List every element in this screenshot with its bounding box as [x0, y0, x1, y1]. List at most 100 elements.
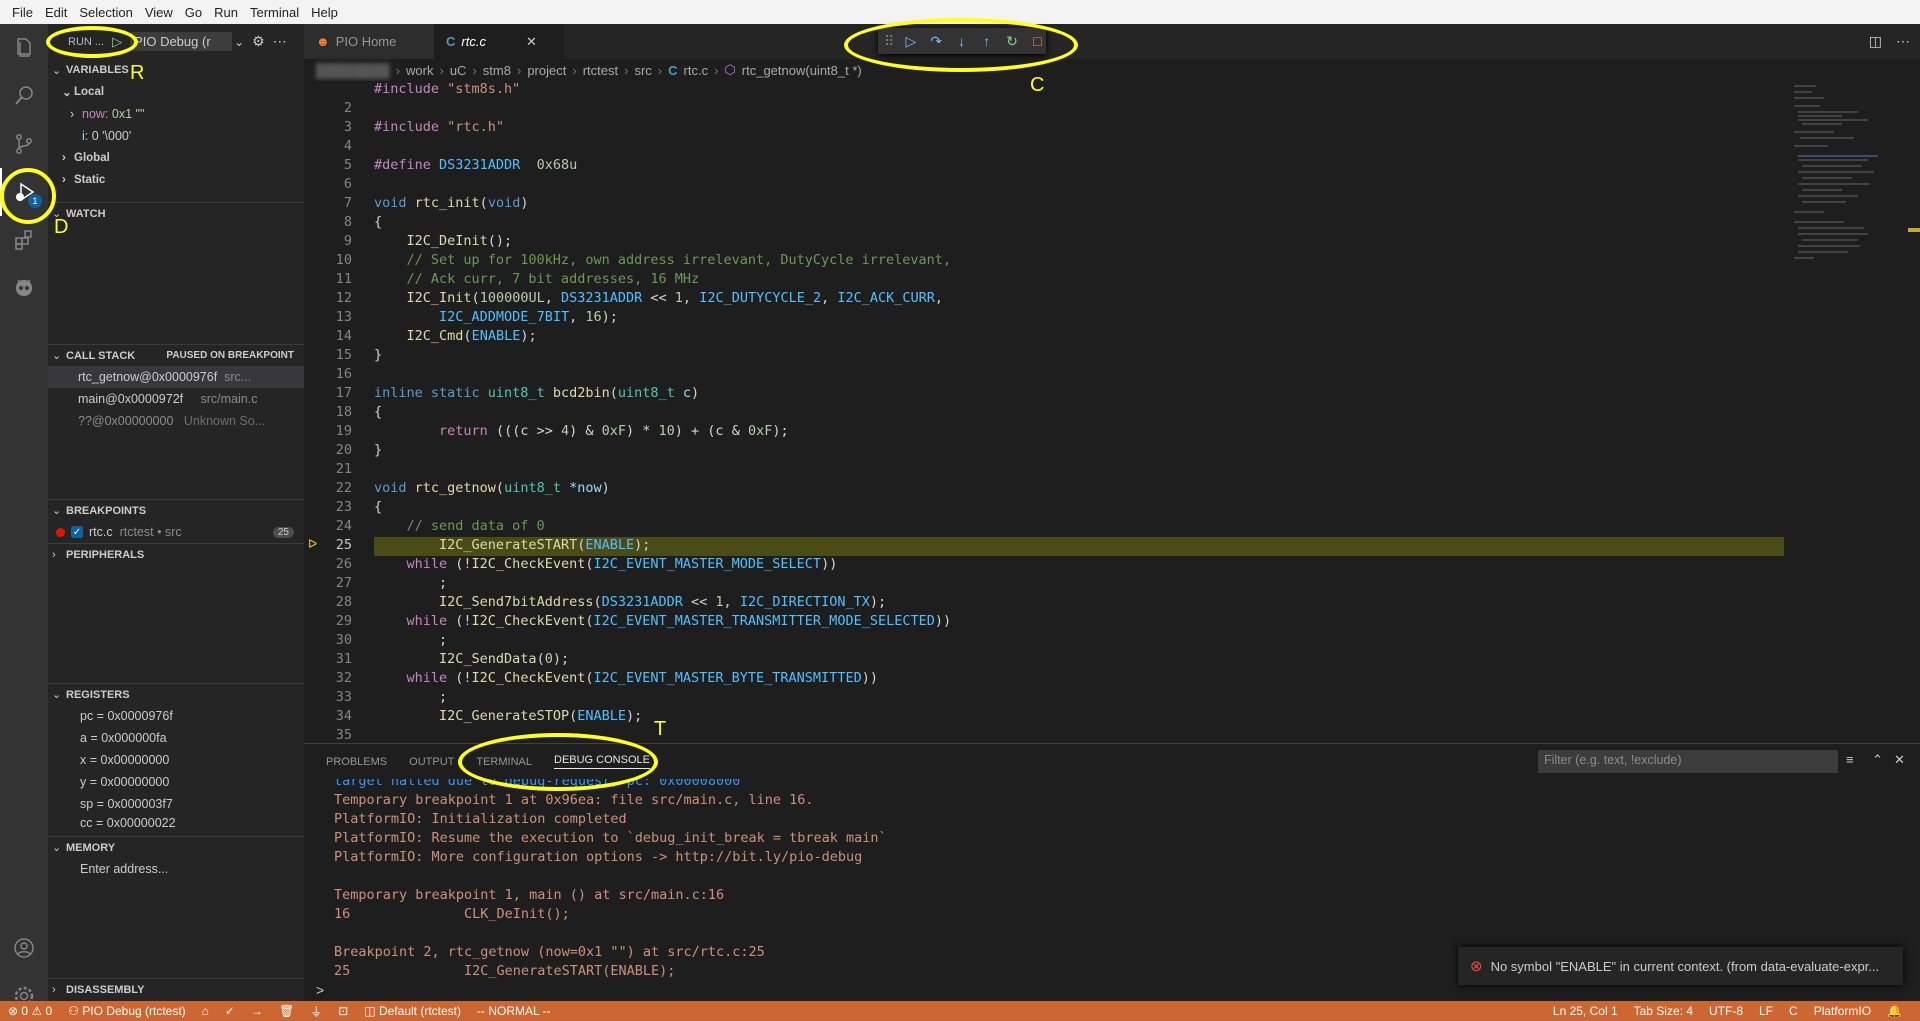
menu-go[interactable]: Go — [179, 5, 208, 20]
build-check-icon[interactable]: ✓ — [217, 1004, 243, 1018]
variable-i[interactable]: i: 0 '\000' — [48, 125, 304, 147]
breadcrumb-item[interactable]: uC — [450, 63, 467, 78]
breadcrumb-item[interactable]: project — [527, 63, 566, 78]
encoding[interactable]: UTF-8 — [1701, 1004, 1751, 1018]
trash-icon[interactable]: 🗑 — [271, 1004, 302, 1018]
variable-now[interactable]: › now: 0x1 "" — [48, 103, 304, 125]
home-icon[interactable]: ⌂ — [194, 1004, 217, 1018]
code-editor[interactable]: #include "stm8s.h" 2 3 #include "rtc.h" 4… — [304, 81, 1784, 743]
register-item[interactable]: y = 0x00000000 — [48, 771, 304, 793]
notification-message: No symbol "ENABLE" in current context. (… — [1490, 958, 1880, 974]
error-notification[interactable]: ⊗ No symbol "ENABLE" in current context.… — [1458, 947, 1903, 985]
tab-output[interactable]: OUTPUT — [409, 756, 454, 768]
source-control-icon[interactable] — [0, 120, 48, 168]
console-prompt[interactable]: > — [316, 982, 324, 998]
code-line: 22 void rtc_getnow(uint8_t *now) — [335, 480, 610, 496]
platformio-status[interactable]: PlatformIO — [1806, 1004, 1879, 1018]
register-item[interactable]: cc = 0x00000022 — [48, 815, 304, 831]
c-file-icon: C — [446, 34, 456, 49]
breakpoint-dot-icon — [56, 527, 65, 537]
breadcrumb-item[interactable]: ████████ — [316, 63, 390, 78]
breakpoint-item[interactable]: ✓ rtc.c rtctest • src 25 — [48, 521, 304, 543]
console-line: Breakpoint 2, rtc_getnow (now=0x1 "") at… — [334, 944, 765, 960]
language-mode[interactable]: C — [1781, 1004, 1806, 1018]
register-item[interactable]: a = 0x000000fa — [48, 727, 304, 749]
code-line: 7 void rtc_init(void) — [343, 195, 529, 211]
debug-sidebar: RUN ... ▷ PIO Debug (r ⌄ ⚙ ⋯ ⌄ VARIABLES… — [48, 24, 304, 1001]
platformio-icon: ☻ — [316, 34, 330, 49]
menu-terminal[interactable]: Terminal — [244, 5, 305, 20]
register-item[interactable]: sp = 0x000003f7 — [48, 793, 304, 815]
clear-console-icon[interactable]: ≡ — [1846, 752, 1854, 767]
breakpoints-header[interactable]: ⌄ BREAKPOINTS — [48, 499, 304, 521]
code-line: 32 while (!I2C_CheckEvent(I2C_EVENT_MAST… — [335, 670, 878, 686]
stack-frame[interactable]: main@0x0000972f src/main.c — [48, 388, 304, 410]
code-line: 13 I2C_ADDMODE_7BIT, 16); — [335, 309, 618, 325]
code-line: 17 inline static uint8_t bcd2bin(uint8_t … — [335, 385, 700, 401]
stack-frame[interactable]: ??@0x00000000 Unknown So... — [48, 410, 304, 432]
breadcrumb-item[interactable]: rtc.c — [684, 63, 709, 78]
problems-status[interactable]: ⊗ 0 ⚠ 0 — [0, 1004, 60, 1018]
scope-static[interactable]: › Static — [48, 169, 304, 191]
more-icon[interactable]: ⋯ — [273, 33, 287, 50]
explorer-icon[interactable] — [0, 24, 48, 72]
plug-icon[interactable]: ⏚ — [302, 1003, 330, 1020]
more-icon[interactable]: ⋯ — [1896, 33, 1910, 50]
breadcrumb-item[interactable]: rtc_getnow(uint8_t *) — [742, 63, 862, 78]
breakpoint-checkbox[interactable]: ✓ — [71, 526, 83, 538]
search-icon[interactable] — [0, 72, 48, 120]
memory-header[interactable]: ⌄ MEMORY — [48, 836, 304, 858]
registers-header[interactable]: ⌄ REGISTERS — [48, 683, 304, 705]
chevron-right-icon: › — [62, 152, 66, 164]
chevron-down-icon[interactable]: ⌄ — [234, 35, 244, 49]
notifications-bell-icon[interactable]: 🔔 — [1879, 1004, 1910, 1018]
code-line: 5 #define DS3231ADDR 0x68u — [343, 157, 578, 173]
upload-arrow-icon[interactable]: → — [243, 1004, 271, 1018]
register-item[interactable]: x = 0x00000000 — [48, 749, 304, 771]
scope-global[interactable]: › Global — [48, 147, 304, 169]
debug-status[interactable]: ⚇ PIO Debug (rtctest) — [60, 1004, 193, 1018]
tab-pio-home[interactable]: ☻ PIO Home — [304, 24, 434, 59]
breadcrumb-item[interactable]: work — [406, 63, 433, 78]
env-status[interactable]: ◫ Default (rtctest) — [356, 1004, 469, 1018]
watch-header[interactable]: ⌄ WATCH — [48, 202, 304, 224]
split-editor-icon[interactable]: ◫ — [1869, 33, 1882, 50]
cursor-position[interactable]: Ln 25, Col 1 — [1545, 1004, 1626, 1018]
tab-rtc-c[interactable]: C rtc.c ✕ — [434, 24, 564, 59]
disassembly-header[interactable]: › DISASSEMBLY — [48, 978, 304, 1000]
debug-config-select[interactable]: PIO Debug (r — [130, 32, 233, 51]
code-line: 9 I2C_DeInit(); — [343, 233, 513, 249]
terminal-icon[interactable]: ⊡ — [330, 1004, 356, 1018]
memory-address-input[interactable]: Enter address... — [48, 858, 304, 880]
tab-problems[interactable]: PROBLEMS — [326, 756, 387, 768]
annotation-circle — [844, 18, 1078, 72]
menu-edit[interactable]: Edit — [39, 5, 73, 20]
current-code-line: ᐅ 25 I2C_GenerateSTART(ENABLE); — [304, 537, 1784, 556]
console-line: 16 CLK_DeInit(); — [334, 906, 570, 922]
gear-icon[interactable]: ⚙ — [252, 33, 265, 50]
menu-file[interactable]: File — [6, 5, 39, 20]
breadcrumb-item[interactable]: src — [634, 63, 651, 78]
code-line: 14 I2C_Cmd(ENABLE); — [335, 328, 537, 344]
console-filter-input[interactable]: Filter (e.g. text, !exclude) — [1538, 750, 1838, 773]
minimap[interactable] — [1784, 81, 1904, 743]
tab-size[interactable]: Tab Size: 4 — [1626, 1004, 1701, 1018]
close-panel-icon[interactable]: ✕ — [1894, 752, 1905, 768]
account-icon[interactable] — [0, 924, 48, 972]
peripherals-header[interactable]: › PERIPHERALS — [48, 543, 304, 565]
stack-frame[interactable]: rtc_getnow@0x0000976f src... — [48, 366, 304, 388]
register-item[interactable]: pc = 0x0000976f — [48, 705, 304, 727]
call-stack-header[interactable]: ⌄ CALL STACK PAUSED ON BREAKPOINT — [48, 344, 304, 366]
close-icon[interactable]: ✕ — [526, 34, 537, 50]
line-ending[interactable]: LF — [1751, 1004, 1781, 1018]
menu-selection[interactable]: Selection — [73, 5, 138, 20]
scope-local[interactable]: ⌄ Local — [48, 81, 304, 103]
platformio-icon[interactable] — [0, 264, 48, 312]
menu-view[interactable]: View — [139, 5, 179, 20]
maximize-panel-icon[interactable]: ⌃ — [1872, 752, 1883, 768]
variables-header[interactable]: ⌄ VARIABLES — [48, 59, 304, 81]
breadcrumb-item[interactable]: rtctest — [583, 63, 618, 78]
menu-run[interactable]: Run — [208, 5, 244, 20]
menu-help[interactable]: Help — [305, 5, 344, 20]
breadcrumb-item[interactable]: stm8 — [483, 63, 511, 78]
